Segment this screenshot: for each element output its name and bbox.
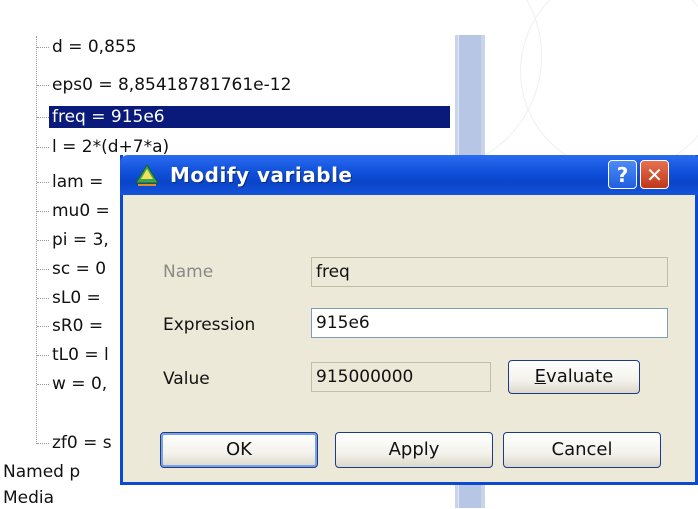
tree-item[interactable]: sR0 =: [49, 315, 106, 337]
tree-root-media[interactable]: Media: [3, 487, 54, 509]
tree-connector: [37, 47, 49, 48]
tree-item[interactable]: eps0 = 8,85418781761e-12: [49, 74, 294, 96]
tree-item-selected[interactable]: freq = 915e6: [49, 106, 450, 128]
expression-label: Expression: [163, 315, 256, 335]
expression-input[interactable]: [311, 308, 668, 338]
modify-variable-dialog: Modify variable ? ✕ Name freq Expression…: [120, 155, 698, 485]
app-icon: [135, 164, 159, 186]
question-icon: ?: [616, 163, 629, 187]
tree-connector: [37, 211, 49, 212]
dialog-title: Modify variable: [170, 163, 353, 187]
tree-connector: [37, 147, 49, 148]
tree-item[interactable]: sc = 0: [49, 258, 109, 280]
tree-connector: [37, 443, 49, 444]
apply-button[interactable]: Apply: [335, 432, 493, 468]
tree-connector: [37, 326, 49, 327]
ok-button[interactable]: OK: [160, 432, 318, 468]
tree-connector: [37, 117, 49, 118]
tree-item[interactable]: sL0 =: [49, 287, 104, 309]
tree-item[interactable]: w = 0,: [49, 373, 110, 395]
tree-item[interactable]: mu0 =: [49, 200, 113, 222]
close-icon: ✕: [646, 163, 663, 187]
tree-item[interactable]: tL0 = l: [49, 344, 112, 366]
tree-item[interactable]: pi = 3,: [49, 229, 112, 251]
tree-connector: [37, 384, 49, 385]
tree-item[interactable]: lam =: [49, 171, 106, 193]
name-field: freq: [311, 257, 668, 287]
value-field: 915000000: [311, 362, 491, 392]
tree-root-named-parameters[interactable]: Named p: [3, 461, 80, 483]
tree-connector: [37, 298, 49, 299]
tree-connector: [37, 240, 49, 241]
help-button[interactable]: ?: [608, 160, 637, 189]
close-button[interactable]: ✕: [640, 160, 669, 189]
evaluate-button[interactable]: Evaluate: [508, 360, 640, 394]
cancel-button[interactable]: Cancel: [503, 432, 661, 468]
tree-connector: [37, 269, 49, 270]
tree-item[interactable]: zf0 = s: [49, 432, 115, 454]
watermark-circle: [520, 0, 698, 172]
name-label: Name: [163, 262, 214, 282]
tree-connector: [37, 355, 49, 356]
tree-item[interactable]: d = 0,855: [49, 36, 140, 58]
tree-connector: [37, 85, 49, 86]
value-label: Value: [163, 369, 210, 389]
dialog-titlebar[interactable]: Modify variable ? ✕: [120, 155, 698, 195]
tree-connector: [37, 182, 49, 183]
